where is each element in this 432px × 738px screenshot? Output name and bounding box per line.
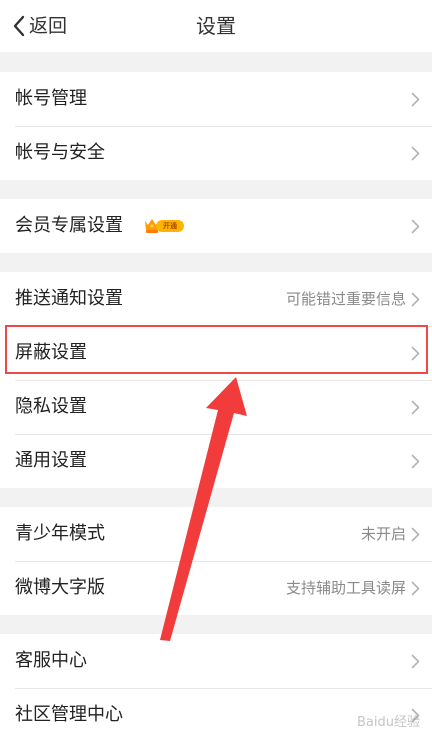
chevron-right-icon (411, 400, 420, 415)
chevron-right-icon (411, 527, 420, 542)
settings-item-community[interactable]: 社区管理中心 (0, 688, 432, 738)
settings-item-vip[interactable]: 会员专属设置 开通 (0, 199, 432, 253)
settings-item-value: 支持辅助工具读屏 (285, 579, 406, 597)
settings-item-account-security[interactable]: 帐号与安全 (0, 126, 432, 180)
chevron-right-icon (411, 708, 420, 723)
settings-item-value: 未开启 (360, 525, 406, 543)
chevron-right-icon (411, 346, 420, 361)
settings-item-large-font[interactable]: 微博大字版 支持辅助工具读屏 (0, 561, 432, 615)
settings-item-privacy[interactable]: 隐私设置 (0, 380, 432, 434)
settings-item-customer-service[interactable]: 客服中心 (0, 634, 432, 688)
settings-item-push[interactable]: 推送通知设置 可能错过重要信息 (0, 272, 432, 326)
vip-badge-label: 开通 (156, 220, 184, 232)
vip-badge[interactable]: 开通 (144, 217, 184, 234)
settings-item-teen-mode[interactable]: 青少年模式 未开启 (0, 507, 432, 561)
chevron-right-icon (411, 454, 420, 469)
settings-item-label: 帐号管理 (15, 88, 87, 109)
page-title: 设置 (196, 14, 236, 38)
chevron-right-icon (411, 146, 420, 161)
settings-item-label: 客服中心 (15, 650, 87, 671)
settings-item-value: 可能错过重要信息 (285, 290, 406, 308)
nav-bar: 返回 设置 (0, 0, 432, 52)
chevron-right-icon (411, 654, 420, 669)
settings-item-label: 青少年模式 (15, 523, 105, 544)
settings-item-label: 会员专属设置 (15, 215, 123, 236)
settings-item-label: 隐私设置 (15, 396, 87, 417)
settings-item-label: 帐号与安全 (15, 142, 105, 163)
chevron-right-icon (411, 92, 420, 107)
settings-page: 返回 设置 帐号管理 帐号与安全 会员专属设置 开通 推送通知设置 可能错过重要… (0, 0, 432, 738)
settings-item-label: 屏蔽设置 (15, 342, 87, 363)
settings-item-label: 社区管理中心 (15, 704, 123, 725)
settings-item-label: 推送通知设置 (15, 288, 123, 309)
settings-item-account-management[interactable]: 帐号管理 (0, 72, 432, 126)
chevron-right-icon (411, 581, 420, 596)
settings-item-general[interactable]: 通用设置 (0, 434, 432, 488)
settings-item-label: 微博大字版 (15, 577, 105, 598)
chevron-right-icon (411, 292, 420, 307)
settings-item-label: 通用设置 (15, 450, 87, 471)
settings-item-block[interactable]: 屏蔽设置 (0, 326, 432, 380)
chevron-right-icon (411, 219, 420, 234)
